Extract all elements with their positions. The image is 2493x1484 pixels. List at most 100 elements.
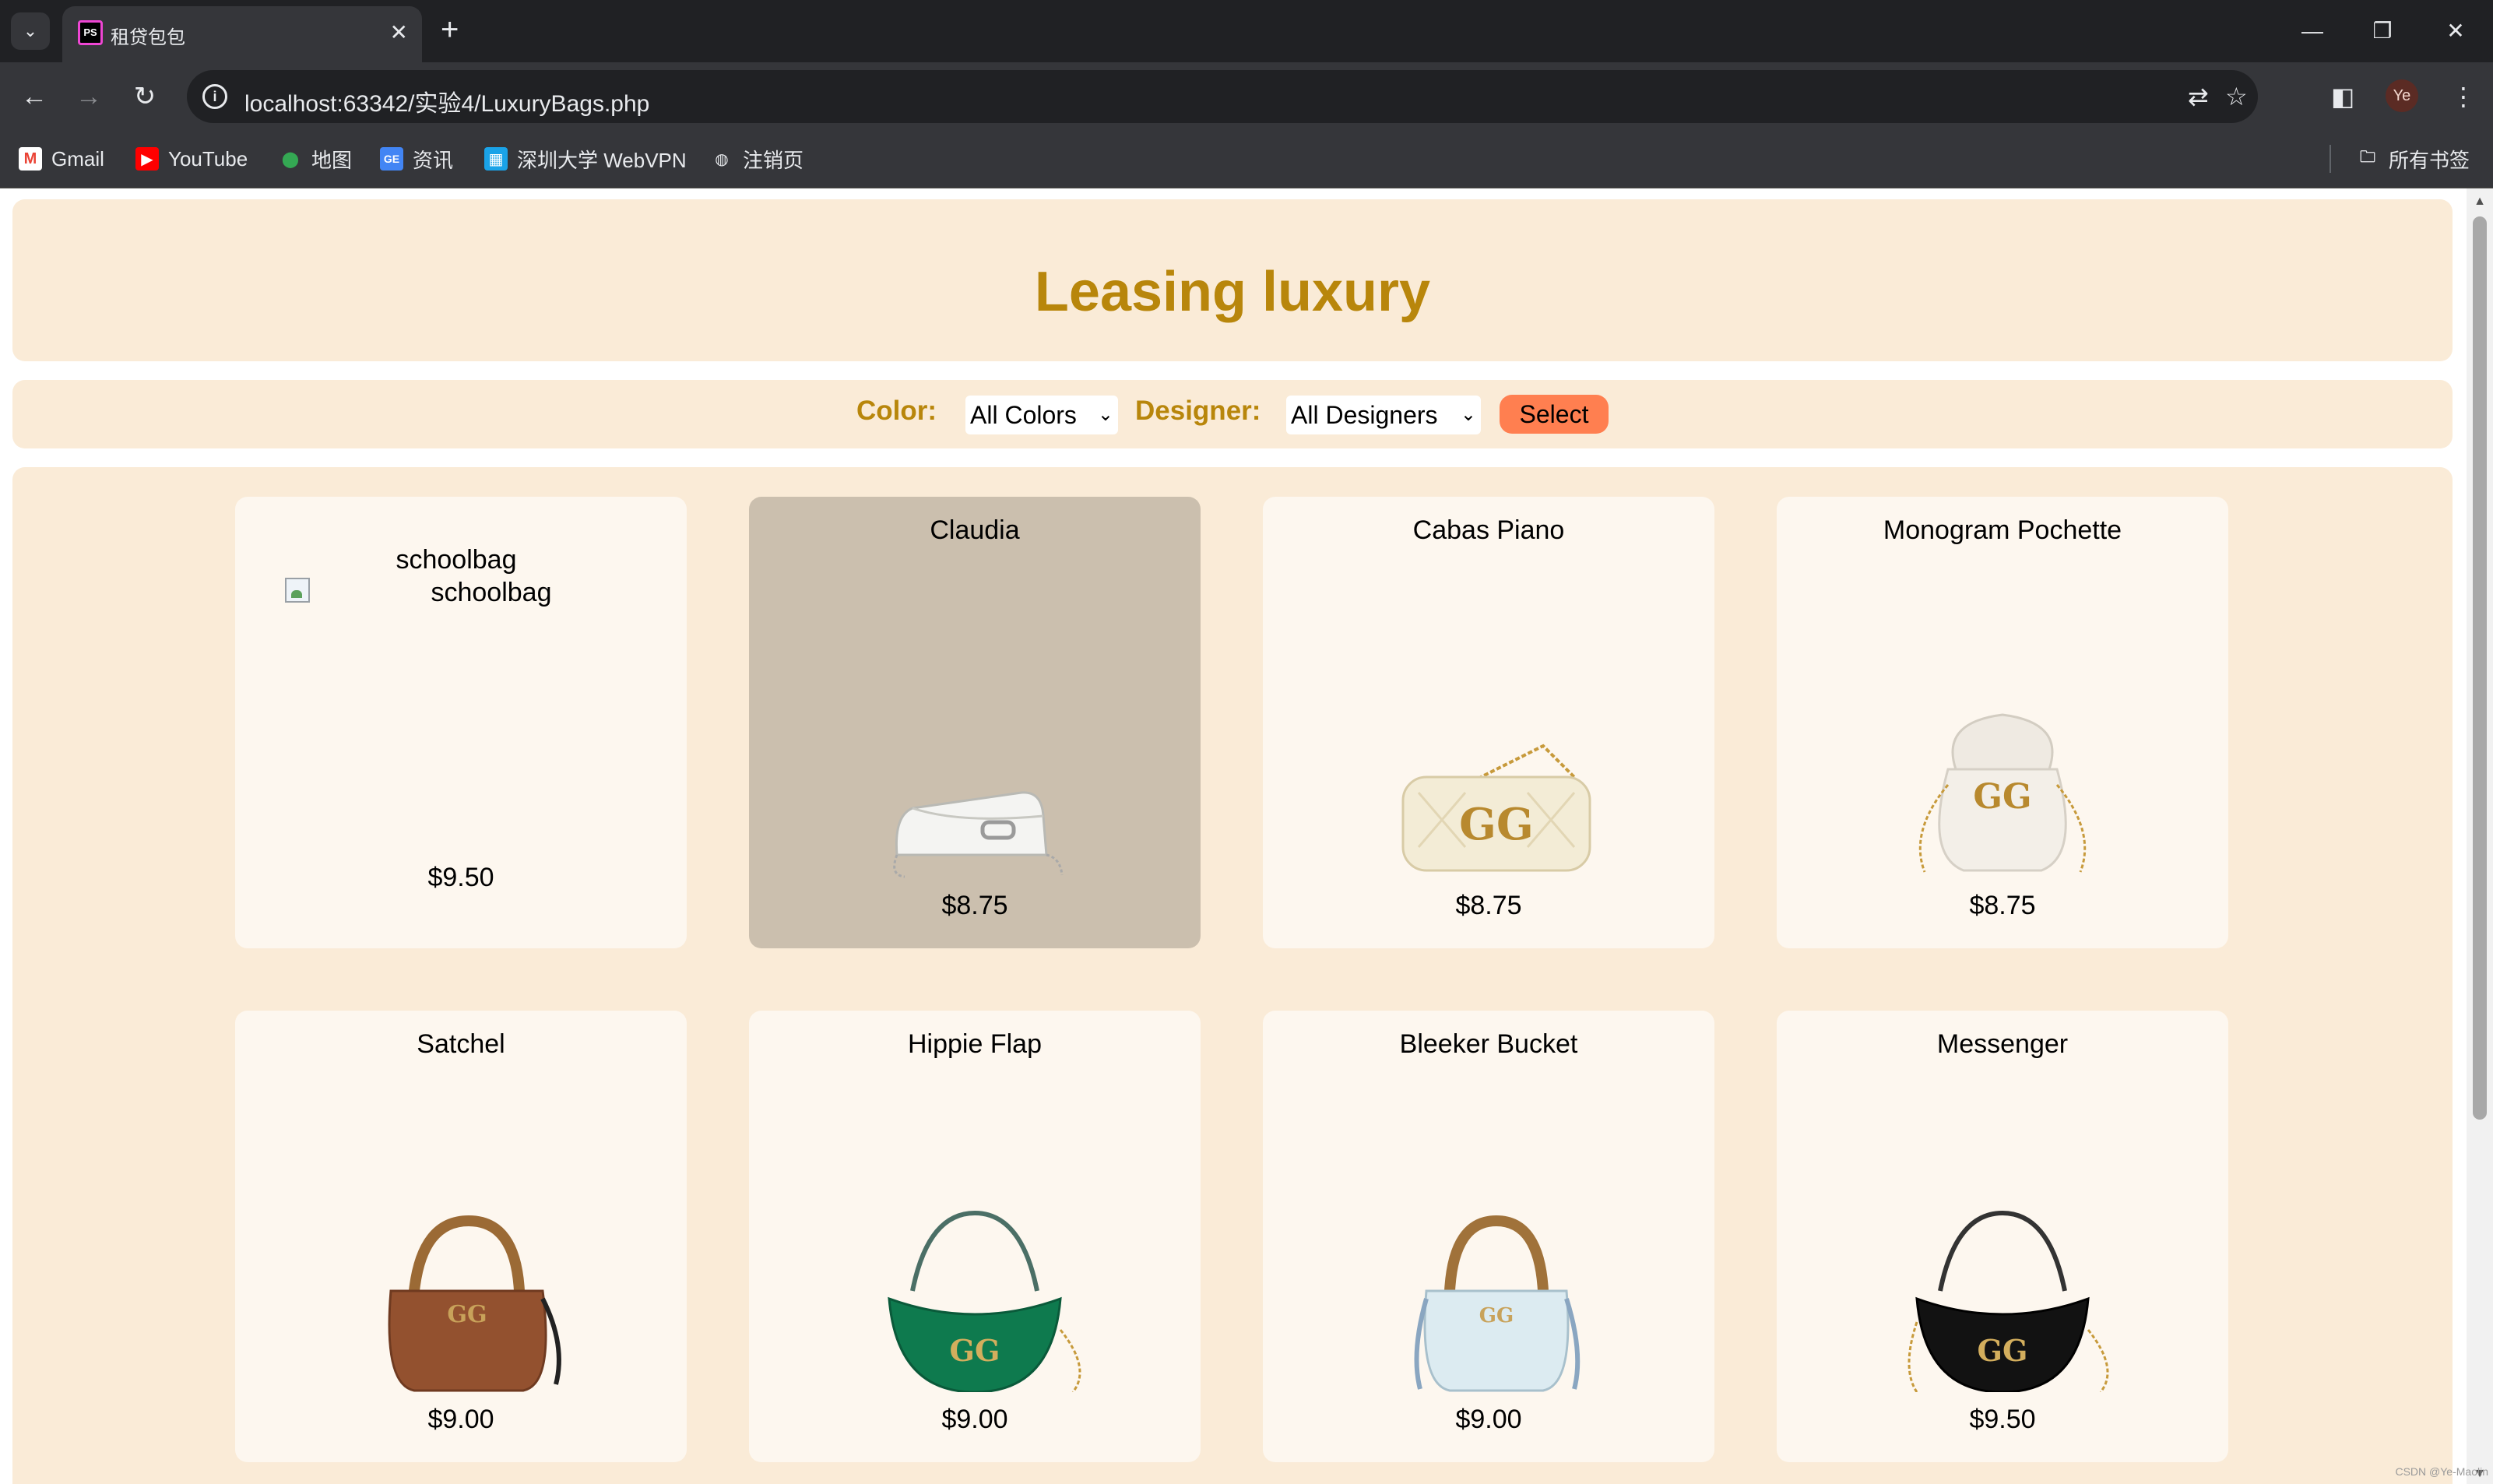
folder-icon: 🗀 (2360, 149, 2375, 166)
product-price: $8.75 (1969, 891, 2036, 920)
menu-icon[interactable]: ⋮ (2451, 79, 2476, 114)
translate-icon[interactable]: ⇄ (2188, 83, 2209, 111)
page-title: Leasing luxury (1034, 261, 1431, 323)
product-name: Satchel (417, 1029, 505, 1059)
svg-text:GG: GG (1459, 799, 1534, 850)
product-price: $9.50 (427, 863, 494, 892)
filter-bar: Color: All Colors ⌄ Designer: All Design… (12, 380, 2453, 448)
image-alt-text: schoolbag (431, 578, 552, 607)
bookmark-youtube[interactable]: ▶ YouTube (135, 143, 248, 174)
bookmark-star-icon[interactable]: ☆ (2225, 83, 2248, 111)
product-price: $8.75 (1455, 891, 1522, 920)
designer-select-value: All Designers (1291, 401, 1438, 429)
product-card[interactable]: Hippie Flap GG $9.00 (749, 1011, 1201, 1462)
white-bucket-bag-image: GG (1918, 713, 2087, 873)
designer-filter-label: Designer: (1135, 396, 1261, 426)
header-panel: Leasing luxury (12, 199, 2453, 361)
product-price: $9.00 (941, 1405, 1008, 1434)
color-select[interactable]: All Colors ⌄ (965, 396, 1118, 434)
gmail-icon: M (19, 147, 42, 171)
product-name: Cabas Piano (1412, 515, 1565, 545)
product-price: $9.50 (1969, 1405, 2036, 1434)
svg-text:GG: GG (447, 1301, 487, 1328)
product-card[interactable]: Cabas Piano GG $8.75 (1263, 497, 1714, 948)
bookmark-webvpn[interactable]: ▦ 深圳大学 WebVPN (484, 143, 687, 174)
address-bar[interactable]: i localhost:63342/实验4/LuxuryBags.php ⇄ ☆ (187, 70, 2258, 123)
product-price: $8.75 (941, 891, 1008, 920)
green-velvet-bag-image: GG (888, 1210, 1081, 1392)
color-select-value: All Colors (970, 401, 1077, 429)
page-viewport: Leasing luxury Color: All Colors ⌄ Desig… (0, 188, 2467, 1484)
select-button[interactable]: Select (1500, 395, 1609, 434)
all-bookmarks-label: 所有书签 (2389, 148, 2470, 172)
bookmark-label: YouTube (168, 146, 248, 171)
product-name: Hippie Flap (908, 1029, 1042, 1059)
bookmark-maps[interactable]: ⬤ 地图 (279, 143, 352, 174)
svg-text:GG: GG (1973, 777, 2031, 817)
bookmark-gmail[interactable]: M Gmail (19, 143, 104, 174)
bookmark-label: 地图 (311, 148, 353, 172)
product-card[interactable]: schoolbag schoolbag $9.50 (235, 497, 687, 948)
tab-close-icon[interactable]: ✕ (390, 20, 408, 45)
chevron-down-icon: ⌄ (1460, 404, 1476, 425)
scroll-up-icon[interactable]: ▲ (2467, 195, 2493, 209)
product-card[interactable]: Messenger GG $9.50 (1777, 1011, 2228, 1462)
active-tab[interactable]: PS 租贷包包 ✕ (62, 6, 422, 62)
close-window-button[interactable]: ✕ (2432, 14, 2479, 48)
bookmarks-divider (2329, 145, 2331, 173)
bookmark-label: 深圳大学 WebVPN (517, 148, 687, 172)
new-tab-button[interactable]: + (441, 12, 459, 47)
product-name: Messenger (1936, 1029, 2069, 1059)
scroll-thumb[interactable] (2473, 216, 2487, 1120)
chevron-down-icon: ⌄ (1097, 404, 1113, 425)
product-card[interactable]: Bleeker Bucket GG $9.00 (1263, 1011, 1714, 1462)
bookmark-label: 注销页 (743, 148, 804, 172)
product-price: $9.00 (1455, 1405, 1522, 1434)
product-name: Claudia (930, 515, 1020, 545)
back-icon[interactable]: ← (17, 79, 51, 114)
broken-image-icon (285, 578, 310, 603)
color-filter-label: Color: (856, 396, 937, 426)
cream-quilted-bag-image: GG (1401, 744, 1591, 872)
bookmark-label: 资讯 (413, 148, 454, 172)
light-blue-bamboo-bag-image: GG (1414, 1215, 1581, 1392)
product-card[interactable]: Claudia $8.75 (749, 497, 1201, 948)
tab-search-button[interactable]: ⌄ (11, 12, 50, 50)
url-text[interactable]: localhost:63342/实验4/LuxuryBags.php (244, 84, 649, 118)
svg-text:GG: GG (1479, 1304, 1514, 1328)
bookmark-logout[interactable]: ◍ 注销页 (710, 143, 803, 174)
phpstorm-favicon-icon: PS (78, 20, 103, 45)
bookmark-news[interactable]: GE 资讯 (380, 143, 453, 174)
all-bookmarks[interactable]: 🗀 所有书签 (2356, 143, 2470, 174)
image-alt-text: schoolbag (396, 545, 517, 575)
youtube-icon: ▶ (135, 147, 159, 171)
product-card[interactable]: Satchel GG $9.00 (235, 1011, 687, 1462)
side-panel-icon[interactable]: ◧ (2331, 79, 2354, 114)
forward-icon[interactable]: → (72, 79, 106, 114)
maps-icon: ⬤ (281, 150, 300, 168)
reload-icon[interactable]: ↻ (128, 79, 162, 114)
designer-select[interactable]: All Designers ⌄ (1286, 396, 1481, 434)
restore-button[interactable]: ❐ (2359, 14, 2406, 48)
brown-bamboo-bag-image: GG (388, 1215, 561, 1392)
site-info-icon[interactable]: i (202, 84, 227, 109)
broken-image: schoolbag schoolbag (285, 543, 628, 609)
minimize-button[interactable]: — (2289, 14, 2336, 48)
browser-toolbar: ← → ↻ i localhost:63342/实验4/LuxuryBags.p… (0, 62, 2493, 131)
tab-strip: ⌄ PS 租贷包包 ✕ + — ❐ ✕ (0, 0, 2493, 62)
product-name: Monogram Pochette (1883, 515, 2122, 545)
product-card[interactable]: Monogram Pochette GG $8.75 (1777, 497, 2228, 948)
page-scrollbar[interactable]: ▲ ▼ (2467, 188, 2493, 1484)
tab-title: 租贷包包 (111, 27, 185, 48)
profile-avatar[interactable]: Ye (2386, 79, 2418, 112)
white-shoulder-bag-image (893, 791, 1064, 878)
product-price: $9.00 (427, 1405, 494, 1434)
bookmark-label: Gmail (51, 146, 104, 171)
globe-icon: ◍ (715, 150, 729, 168)
watermark: CSDN @Ye-Maolin (2395, 1465, 2488, 1478)
product-grid: schoolbag schoolbag $9.50 Claudia $8.75 … (12, 467, 2453, 1484)
black-hobo-bag-image: GG (1908, 1210, 2109, 1392)
svg-text:GG: GG (1978, 1333, 2028, 1368)
webvpn-icon: ▦ (484, 147, 508, 171)
svg-text:GG: GG (950, 1333, 1000, 1368)
